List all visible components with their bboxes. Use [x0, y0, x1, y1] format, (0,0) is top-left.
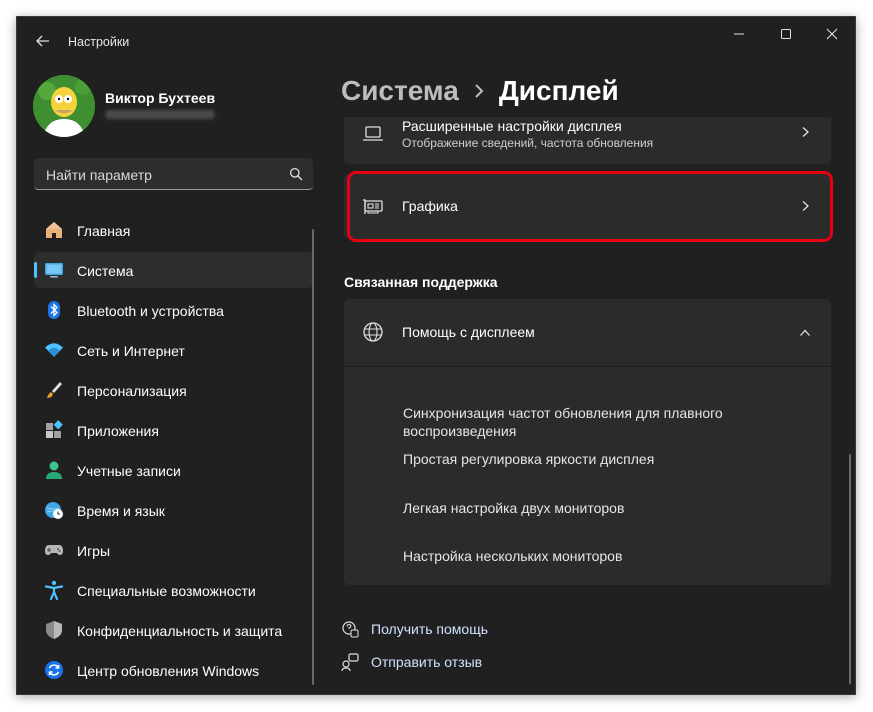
search-input[interactable] — [44, 164, 278, 186]
monitor-icon — [45, 263, 63, 278]
get-help-link[interactable]: Получить помощь — [341, 620, 488, 638]
sidebar-item-label: Специальные возможности — [77, 583, 256, 599]
globe-icon — [363, 322, 383, 342]
sidebar-item-label: Учетные записи — [77, 463, 181, 479]
display-help-card: Помощь с дисплеем Синхронизация частот о… — [344, 299, 831, 585]
page-title: Дисплей — [498, 75, 619, 106]
sidebar-nav: Главная Система Bluetooth и устройства С… — [34, 212, 313, 692]
home-icon — [46, 222, 62, 238]
sidebar-item-windows-update[interactable]: Центр обновления Windows — [34, 652, 313, 688]
sidebar-item-label: Bluetooth и устройства — [77, 303, 224, 319]
highlight-frame — [347, 171, 833, 242]
sidebar-item-label: Время и язык — [77, 503, 165, 519]
minimize-icon — [734, 33, 744, 35]
sidebar-item-gaming[interactable]: Игры — [34, 532, 313, 568]
breadcrumb: Система Дисплей — [341, 75, 619, 107]
account-icon — [46, 461, 62, 479]
apps-icon — [46, 420, 63, 438]
bluetooth-icon — [48, 301, 60, 319]
advanced-display-card[interactable]: Расширенные настройки дисплея Отображени… — [344, 117, 831, 164]
search-icon[interactable] — [289, 167, 303, 181]
minimize-button[interactable] — [716, 23, 762, 45]
sidebar-item-label: Главная — [77, 223, 131, 239]
send-feedback-label: Отправить отзыв — [371, 654, 483, 670]
help-link[interactable]: Настройка нескольких мониторов — [403, 547, 783, 565]
user-avatar[interactable] — [33, 75, 95, 137]
sidebar-item-label: Центр обновления Windows — [77, 663, 260, 679]
feedback-icon — [341, 653, 359, 671]
breadcrumb-parent[interactable]: Система — [341, 75, 459, 107]
chevron-right-icon — [802, 127, 809, 137]
sidebar-item-privacy[interactable]: Конфиденциальность и защита — [34, 612, 313, 648]
back-button[interactable] — [33, 31, 53, 51]
display-help-header[interactable]: Помощь с дисплеем — [344, 299, 831, 367]
advanced-display-title: Расширенные настройки дисплея — [402, 118, 622, 134]
sidebar-item-system[interactable]: Система — [34, 252, 313, 288]
sidebar-scrollbar[interactable] — [312, 229, 314, 685]
sidebar-item-label: Сеть и Интернет — [77, 343, 185, 359]
main-scrollbar[interactable] — [849, 454, 851, 684]
sidebar-item-network[interactable]: Сеть и Интернет — [34, 332, 313, 368]
sidebar-item-label: Игры — [77, 543, 111, 559]
arrow-left-icon — [36, 35, 49, 47]
related-support-heading: Связанная поддержка — [344, 274, 498, 290]
chevron-up-icon — [800, 329, 810, 336]
help-link[interactable]: Простая регулировка яркости дисплея — [403, 450, 783, 468]
advanced-display-subtitle: Отображение сведений, частота обновления — [402, 136, 654, 150]
help-link[interactable]: Легкая настройка двух мониторов — [403, 499, 783, 517]
shield-icon — [46, 621, 62, 639]
wifi-icon — [45, 343, 63, 357]
get-help-label: Получить помощь — [371, 621, 489, 637]
help-link[interactable]: Синхронизация частот обновления для плав… — [403, 404, 783, 440]
display-help-title: Помощь с дисплеем — [402, 324, 535, 340]
sidebar-item-label: Конфиденциальность и защита — [77, 623, 283, 639]
maximize-button[interactable] — [763, 23, 809, 45]
sidebar-item-label: Приложения — [77, 423, 159, 439]
globe-clock-icon — [45, 502, 63, 519]
laptop-icon — [363, 126, 383, 141]
sidebar-item-bluetooth[interactable]: Bluetooth и устройства — [34, 292, 313, 328]
close-icon — [826, 28, 838, 40]
search-box[interactable] — [34, 158, 313, 190]
gamepad-icon — [45, 545, 63, 555]
close-button[interactable] — [809, 23, 855, 45]
maximize-icon — [781, 29, 791, 39]
send-feedback-link[interactable]: Отправить отзыв — [341, 653, 482, 671]
sidebar-item-label: Система — [77, 263, 134, 279]
accessibility-icon — [44, 580, 64, 600]
sidebar-item-accessibility[interactable]: Специальные возможности — [34, 572, 313, 608]
sidebar-item-personalization[interactable]: Персонализация — [34, 372, 313, 408]
chevron-right-icon — [475, 84, 484, 98]
sidebar-item-apps[interactable]: Приложения — [34, 412, 313, 448]
user-name: Виктор Бухтеев — [105, 90, 216, 106]
sidebar-item-accounts[interactable]: Учетные записи — [34, 452, 313, 488]
update-icon — [45, 661, 63, 679]
user-email-redacted — [105, 110, 215, 119]
help-icon — [342, 621, 359, 638]
app-title: Настройки — [68, 35, 130, 49]
brush-icon — [47, 382, 62, 398]
sidebar-item-time-language[interactable]: Время и язык — [34, 492, 313, 528]
sidebar-item-home[interactable]: Главная — [34, 212, 313, 248]
sidebar-item-label: Персонализация — [77, 383, 187, 399]
settings-window: Настройки Виктор Бухтеев Главная — [16, 16, 856, 695]
